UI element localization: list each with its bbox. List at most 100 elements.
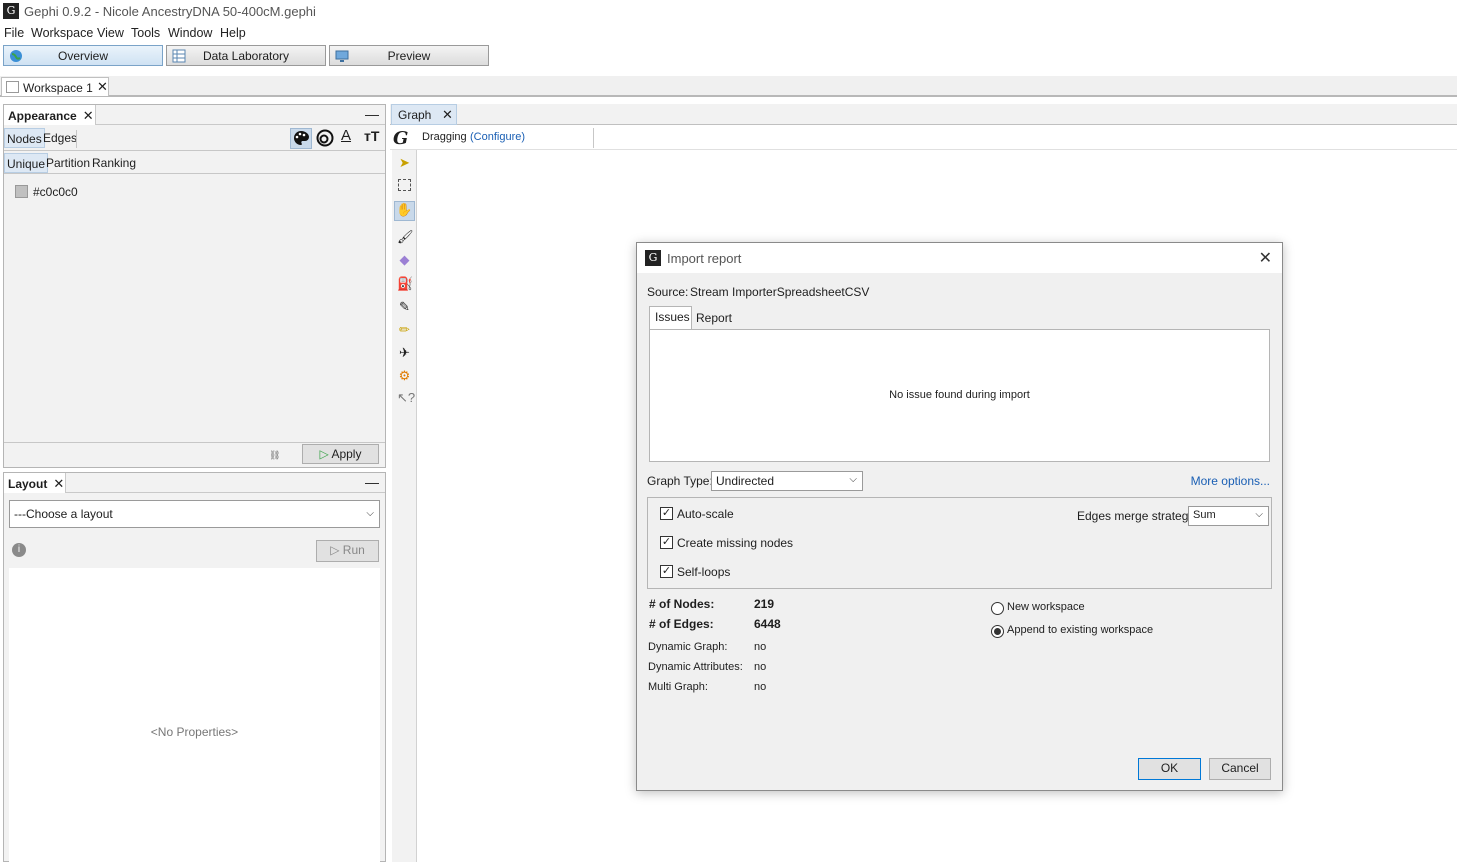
close-icon[interactable]: ✕: [1259, 248, 1272, 268]
dynamic-graph-value: no: [754, 641, 767, 653]
apply-button[interactable]: ▷ Apply: [302, 444, 379, 464]
data-laboratory-button[interactable]: Data Laboratory: [166, 45, 326, 66]
edge-pencil-icon[interactable]: ✏: [397, 322, 412, 337]
document-icon: [6, 81, 19, 93]
color-palette-button[interactable]: [290, 128, 312, 149]
tab-issues[interactable]: Issues: [649, 306, 692, 329]
menu-bar: File Workspace View Tools Window Help: [0, 24, 1457, 42]
create-missing-checkbox[interactable]: ✓: [660, 536, 673, 549]
close-icon[interactable]: ✕: [442, 107, 453, 123]
pointer-help-icon[interactable]: ↖?: [397, 390, 415, 405]
menu-workspace[interactable]: Workspace: [31, 26, 93, 40]
label-color-icon[interactable]: A: [341, 127, 351, 144]
close-icon[interactable]: ✕: [97, 79, 108, 95]
layout-header: Layout ✕ —: [4, 473, 385, 493]
graph-tab-label: Graph: [398, 108, 432, 122]
workspace-tab[interactable]: Workspace 1 ✕: [1, 77, 109, 96]
label-size-icon[interactable]: тT: [364, 128, 379, 144]
edges-value: 6448: [754, 617, 781, 631]
dynamic-attr-value: no: [754, 661, 767, 673]
brush-icon[interactable]: 🖌: [397, 229, 414, 244]
appearance-toolbar: Nodes Edges A тT: [4, 126, 385, 151]
plane-icon[interactable]: ✈: [397, 345, 412, 360]
apply-label: Apply: [331, 447, 362, 461]
new-workspace-radio[interactable]: [991, 602, 1004, 615]
no-properties-text: <No Properties>: [150, 725, 239, 739]
drag-hand-icon[interactable]: ✋: [394, 201, 415, 221]
issues-text: No issue found during import: [889, 389, 1030, 401]
append-workspace-radio[interactable]: [991, 625, 1004, 638]
cancel-button[interactable]: Cancel: [1209, 758, 1271, 780]
palette-icon: [294, 131, 309, 145]
dialog-title: Import report: [667, 251, 742, 266]
color-swatch[interactable]: [15, 185, 28, 198]
layout-title: Layout: [8, 477, 48, 491]
appearance-panel: Appearance ✕ — Nodes Edges A тT Unique Pa…: [3, 104, 386, 468]
graph-type-value: Undirected: [716, 474, 775, 488]
layout-panel: Layout ✕ — ---Choose a layout ⌵ i ▷ Run <…: [3, 472, 386, 862]
appearance-tab[interactable]: Appearance ✕: [4, 105, 96, 125]
layout-select[interactable]: ---Choose a layout ⌵: [9, 500, 380, 528]
run-label: Run: [342, 543, 365, 557]
workspace-tab-bar: Workspace 1 ✕: [0, 76, 1457, 97]
auto-scale-checkbox[interactable]: ✓: [660, 507, 673, 520]
edges-merge-select[interactable]: Sum ⌵: [1188, 506, 1269, 526]
appearance-subtabs: Unique Partition Ranking: [4, 152, 385, 174]
close-icon[interactable]: ✕: [53, 476, 64, 491]
rectangle-select-icon[interactable]: [398, 179, 411, 191]
self-loops-label: Self-loops: [677, 565, 731, 579]
graph-type-select[interactable]: Undirected ⌵: [711, 471, 863, 491]
menu-view[interactable]: View: [97, 26, 124, 40]
size-icon[interactable]: [316, 129, 334, 147]
minimize-icon[interactable]: —: [365, 474, 379, 490]
tab-partition[interactable]: Partition: [44, 153, 92, 173]
layout-select-value: ---Choose a layout: [14, 507, 113, 521]
menu-tools[interactable]: Tools: [131, 26, 160, 40]
diamond-icon[interactable]: ◆: [397, 252, 412, 267]
appearance-header: Appearance ✕ —: [4, 105, 385, 125]
paint-bucket-icon[interactable]: ⛽: [397, 276, 413, 291]
layout-tab[interactable]: Layout ✕: [4, 473, 66, 493]
menu-help[interactable]: Help: [220, 26, 246, 40]
tab-edges[interactable]: Edges: [41, 128, 79, 148]
gephi-logo-icon: G: [645, 250, 661, 266]
color-value: #c0c0c0: [33, 185, 78, 199]
menu-window[interactable]: Window: [168, 26, 212, 40]
tab-report[interactable]: Report: [692, 308, 736, 329]
close-icon[interactable]: ✕: [83, 108, 94, 123]
play-icon: ▷: [319, 447, 329, 461]
overview-button[interactable]: Overview: [3, 45, 163, 66]
window-title: Gephi 0.9.2 - Nicole AncestryDNA 50-400c…: [24, 4, 316, 19]
pencil-icon[interactable]: ✎: [397, 299, 412, 314]
pointer-icon[interactable]: ➤: [397, 155, 412, 170]
title-bar: G Gephi 0.9.2 - Nicole AncestryDNA 50-40…: [0, 0, 1457, 23]
multi-graph-value: no: [754, 681, 767, 693]
minimize-icon[interactable]: —: [365, 106, 379, 122]
run-button[interactable]: ▷ Run: [316, 540, 379, 562]
dynamic-graph-label: Dynamic Graph:: [648, 641, 728, 653]
tab-unique[interactable]: Unique: [4, 153, 49, 173]
self-loops-checkbox[interactable]: ✓: [660, 565, 673, 578]
options-group: ✓ Auto-scale ✓ Create missing nodes ✓ Se…: [647, 497, 1272, 589]
edges-merge-label: Edges merge strategy:: [1077, 509, 1198, 523]
gear-icon[interactable]: ⚙: [397, 368, 412, 383]
issues-pane: No issue found during import: [649, 329, 1270, 462]
info-icon[interactable]: i: [12, 543, 26, 557]
layout-properties: <No Properties>: [9, 568, 380, 862]
configure-link[interactable]: (Configure): [470, 131, 525, 143]
ok-button[interactable]: OK: [1138, 758, 1201, 780]
overview-label: Overview: [57, 49, 108, 63]
create-missing-label: Create missing nodes: [677, 536, 794, 550]
graph-header: Graph ✕: [390, 104, 1457, 125]
graph-tools: ➤ ✋ 🖌 ◆ ⛽ ✎ ✏ ✈ ⚙ ↖?: [392, 150, 417, 862]
menu-file[interactable]: File: [4, 26, 24, 40]
tab-nodes[interactable]: Nodes: [4, 128, 45, 148]
chevron-down-icon: ⌵: [849, 474, 857, 485]
appearance-title: Appearance: [8, 109, 77, 123]
more-options-link[interactable]: More options...: [1191, 474, 1270, 488]
preview-button[interactable]: Preview: [329, 45, 489, 66]
link-icon[interactable]: ⛓: [269, 450, 280, 461]
append-workspace-label: Append to existing workspace: [1007, 624, 1154, 636]
graph-tab[interactable]: Graph ✕: [391, 104, 457, 125]
tab-ranking[interactable]: Ranking: [90, 153, 138, 173]
